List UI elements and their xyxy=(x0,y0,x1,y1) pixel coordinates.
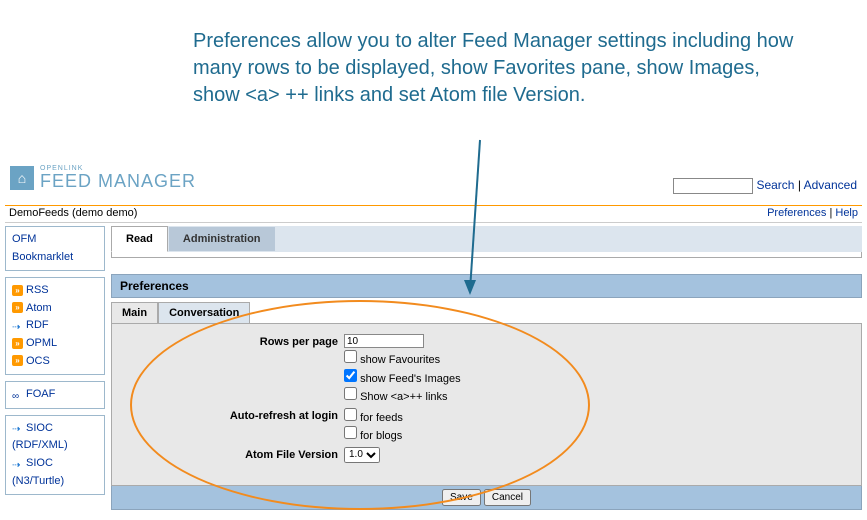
atom-version-select[interactable]: 1.0 xyxy=(344,447,380,463)
main-area: Read Administration Preferences Main Con… xyxy=(111,226,862,520)
atom-version-label: Atom File Version xyxy=(124,447,344,461)
preferences-header: Preferences xyxy=(111,274,862,298)
cancel-button[interactable]: Cancel xyxy=(484,489,531,506)
sub-tabs: Main Conversation xyxy=(111,302,862,323)
sidebar-atom[interactable]: »Atom xyxy=(12,300,98,318)
for-feeds-option[interactable]: for feeds xyxy=(344,408,849,427)
feed-icon: » xyxy=(12,338,23,349)
rows-per-page-input[interactable] xyxy=(344,334,424,348)
subtab-main[interactable]: Main xyxy=(111,302,158,323)
foaf-box: ∞FOAF xyxy=(5,381,105,409)
show-images-option[interactable]: show Feed's Images xyxy=(344,369,849,388)
show-favourites-option[interactable]: show Favourites xyxy=(344,350,849,369)
for-blogs-option[interactable]: for blogs xyxy=(344,426,849,445)
advanced-link[interactable]: Advanced xyxy=(804,178,857,192)
show-favourites-checkbox[interactable] xyxy=(344,350,357,363)
for-feeds-checkbox[interactable] xyxy=(344,408,357,421)
tab-administration[interactable]: Administration xyxy=(168,226,276,252)
subtab-conversation[interactable]: Conversation xyxy=(158,302,250,323)
save-button[interactable]: Save xyxy=(442,489,481,506)
sidebar-ocs[interactable]: »OCS xyxy=(12,353,98,371)
search-link[interactable]: Search xyxy=(756,178,794,192)
rows-per-page-label: Rows per page xyxy=(124,334,344,348)
tab-read[interactable]: Read xyxy=(111,226,168,252)
sidebar-foaf[interactable]: ∞FOAF xyxy=(12,386,98,404)
feed-icon: » xyxy=(12,355,23,366)
share-icon: ⇢ xyxy=(12,458,23,469)
buttons-bar: Save Cancel xyxy=(111,486,862,510)
ofm-bookmarklet-link[interactable]: OFM Bookmarklet xyxy=(12,231,98,266)
annotation-text: Preferences allow you to alter Feed Mana… xyxy=(193,28,803,109)
logo-title: FEED MANAGER xyxy=(40,172,196,190)
help-link[interactable]: Help xyxy=(835,207,858,219)
sidebar-opml[interactable]: »OPML xyxy=(12,335,98,353)
show-images-checkbox[interactable] xyxy=(344,369,357,382)
foaf-icon: ∞ xyxy=(12,389,23,400)
bookmarklet-box: OFM Bookmarklet xyxy=(5,226,105,271)
sidebar-rss[interactable]: »RSS xyxy=(12,282,98,300)
feed-formats-box: »RSS »Atom ⇢RDF »OPML »OCS xyxy=(5,277,105,375)
user-label: DemoFeeds (demo demo) xyxy=(9,207,137,219)
sioc-box: ⇢SIOC (RDF/XML) ⇢SIOC (N3/Turtle) xyxy=(5,415,105,495)
feed-icon: » xyxy=(12,285,23,296)
preferences-link[interactable]: Preferences xyxy=(767,207,826,219)
search-input[interactable] xyxy=(673,178,753,194)
preferences-form: Rows per page show Favourites show Feed'… xyxy=(111,323,862,486)
for-blogs-checkbox[interactable] xyxy=(344,426,357,439)
sidebar-sioc-rdf[interactable]: ⇢SIOC (RDF/XML) xyxy=(12,420,98,455)
sidebar: OFM Bookmarklet »RSS »Atom ⇢RDF »OPML »O… xyxy=(5,226,105,520)
main-tabs: Read Administration xyxy=(111,226,862,252)
show-alinks-checkbox[interactable] xyxy=(344,387,357,400)
share-icon: ⇢ xyxy=(12,422,23,433)
sidebar-sioc-n3[interactable]: ⇢SIOC (N3/Turtle) xyxy=(12,455,98,490)
feed-icon: » xyxy=(12,302,23,313)
show-alinks-option[interactable]: Show <a>++ links xyxy=(344,387,849,406)
auto-refresh-label: Auto-refresh at login xyxy=(124,408,344,422)
search-area: Search | Advanced xyxy=(673,178,857,194)
logo-icon: ⌂ xyxy=(10,166,34,190)
share-icon: ⇢ xyxy=(12,320,23,331)
sidebar-rdf[interactable]: ⇢RDF xyxy=(12,317,98,335)
